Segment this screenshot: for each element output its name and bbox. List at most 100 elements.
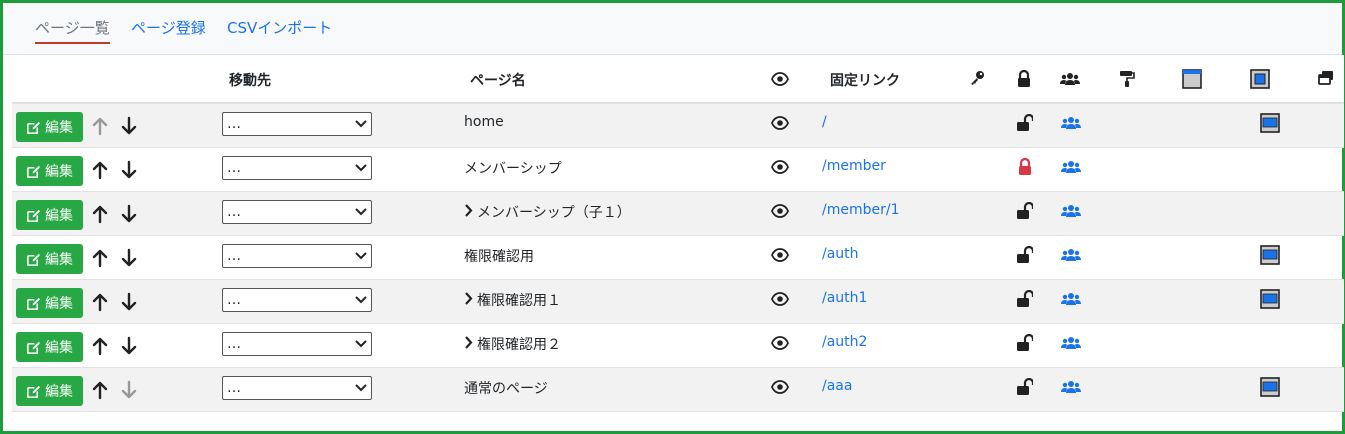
chevron-down-icon <box>355 336 367 352</box>
move-down-icon[interactable] <box>121 160 137 180</box>
move-down-icon[interactable] <box>121 248 137 268</box>
fixed-link[interactable]: /auth1 <box>822 290 867 306</box>
move-up-icon[interactable] <box>92 248 108 268</box>
edit-button[interactable]: 編集 <box>16 288 83 318</box>
edit-icon <box>27 209 41 222</box>
move-to-select[interactable]: … <box>222 332 372 356</box>
fixed-link[interactable]: /auth2 <box>822 334 867 350</box>
tab-csv-import[interactable]: CSVインポート <box>227 17 332 38</box>
unlock-icon <box>1017 289 1035 308</box>
fixed-link[interactable]: /aaa <box>822 378 852 394</box>
move-to-select-value: … <box>227 292 241 308</box>
edit-button-label: 編集 <box>45 208 73 224</box>
move-to-select[interactable]: … <box>222 200 372 224</box>
move-down-icon[interactable] <box>121 204 137 224</box>
page-name: 権限確認用 <box>464 246 534 266</box>
unlock-icon <box>1017 245 1035 264</box>
move-to-select-value: … <box>227 248 241 264</box>
page-name-text: 通常のページ <box>464 381 548 397</box>
move-down-icon[interactable] <box>121 116 137 136</box>
users-icon <box>1061 203 1081 219</box>
page-name: メンバーシップ <box>464 158 562 178</box>
chevron-down-icon <box>355 160 367 176</box>
header-fixed-link: 固定リンク <box>830 73 900 89</box>
edit-button[interactable]: 編集 <box>16 244 83 274</box>
page-name-text: 権限確認用２ <box>477 337 561 353</box>
fixed-link[interactable]: /member/1 <box>822 202 900 218</box>
child-caret-icon <box>464 335 473 353</box>
move-to-select[interactable]: … <box>222 244 372 268</box>
edit-icon <box>27 297 41 310</box>
move-up-icon[interactable] <box>92 336 108 356</box>
move-to-select[interactable]: … <box>222 112 372 136</box>
chevron-down-icon <box>355 116 367 132</box>
tab-page-list[interactable]: ページ一覧 <box>35 17 110 44</box>
unlock-icon <box>1017 333 1035 352</box>
page-name-text: home <box>464 114 504 130</box>
users-icon <box>1061 247 1081 263</box>
users-icon <box>1061 291 1081 307</box>
move-down-icon[interactable] <box>121 292 137 312</box>
edit-button[interactable]: 編集 <box>16 332 83 362</box>
table-row: 編集 … 権限確認用/auth <box>12 236 1344 280</box>
page-name: 権限確認用１ <box>464 290 561 310</box>
move-up-icon[interactable] <box>92 204 108 224</box>
move-to-select-value: … <box>227 116 241 132</box>
eye-icon <box>771 204 789 218</box>
edit-button[interactable]: 編集 <box>16 200 83 230</box>
move-to-select[interactable]: … <box>222 288 372 312</box>
move-down-icon <box>121 380 137 400</box>
move-to-select[interactable]: … <box>222 376 372 400</box>
move-up-icon[interactable] <box>92 160 108 180</box>
paint-roller-icon <box>1120 71 1135 87</box>
table-body: 編集 … home / 編集 … メンバーシップ/member 編集 … メンバーシップ（子１） /… <box>12 104 1344 412</box>
fixed-link[interactable]: / <box>822 114 827 130</box>
move-up-icon[interactable] <box>92 380 108 400</box>
frame-style-icon <box>1260 377 1280 397</box>
edit-button[interactable]: 編集 <box>16 112 83 142</box>
page-table: 移動先 ページ名 固定リンク 編集 … home / 編集 … メンバーシップ/member… <box>12 55 1344 412</box>
edit-button[interactable]: 編集 <box>16 376 83 406</box>
page-name: メンバーシップ（子１） <box>464 202 631 222</box>
lock-icon <box>1017 157 1033 176</box>
move-to-select-value: … <box>227 380 241 396</box>
users-icon <box>1061 379 1081 395</box>
move-down-icon[interactable] <box>121 336 137 356</box>
move-to-select[interactable]: … <box>222 156 372 180</box>
table-row: 編集 … 権限確認用２/auth2 <box>12 324 1344 368</box>
fixed-link[interactable]: /auth <box>822 246 859 262</box>
edit-button-label: 編集 <box>45 252 73 268</box>
edit-button-label: 編集 <box>45 164 73 180</box>
page-name-text: 権限確認用 <box>464 249 534 265</box>
users-icon <box>1061 159 1081 175</box>
page-name-text: メンバーシップ <box>464 161 562 177</box>
chevron-down-icon <box>355 292 367 308</box>
move-up-icon[interactable] <box>92 292 108 312</box>
edit-icon <box>27 165 41 178</box>
windows-icon <box>1318 71 1333 85</box>
eye-icon <box>771 248 789 262</box>
unlock-icon <box>1017 377 1035 396</box>
edit-button[interactable]: 編集 <box>16 156 83 186</box>
frame-inner-icon <box>1250 69 1270 89</box>
eye-icon <box>771 72 789 86</box>
key-icon <box>971 71 984 85</box>
frame-style-icon <box>1260 113 1280 133</box>
eye-icon <box>771 336 789 350</box>
child-caret-icon <box>464 291 473 309</box>
chevron-down-icon <box>355 204 367 220</box>
page-name-text: メンバーシップ（子１） <box>477 205 631 221</box>
table-row: 編集 … メンバーシップ/member <box>12 148 1344 192</box>
lock-icon <box>1018 70 1030 87</box>
header-page-name: ページ名 <box>470 73 526 89</box>
edit-button-label: 編集 <box>45 120 73 136</box>
header-move-to: 移動先 <box>229 73 271 89</box>
move-to-select-value: … <box>227 204 241 220</box>
edit-button-label: 編集 <box>45 340 73 356</box>
eye-icon <box>771 160 789 174</box>
page-name: home <box>464 114 504 130</box>
tab-page-register[interactable]: ページ登録 <box>131 17 206 38</box>
fixed-link[interactable]: /member <box>822 158 886 174</box>
page-frame: ページ一覧 ページ登録 CSVインポート 移動先 ページ名 固定リンク 編集 … h… <box>0 0 1345 434</box>
move-to-select-value: … <box>227 160 241 176</box>
